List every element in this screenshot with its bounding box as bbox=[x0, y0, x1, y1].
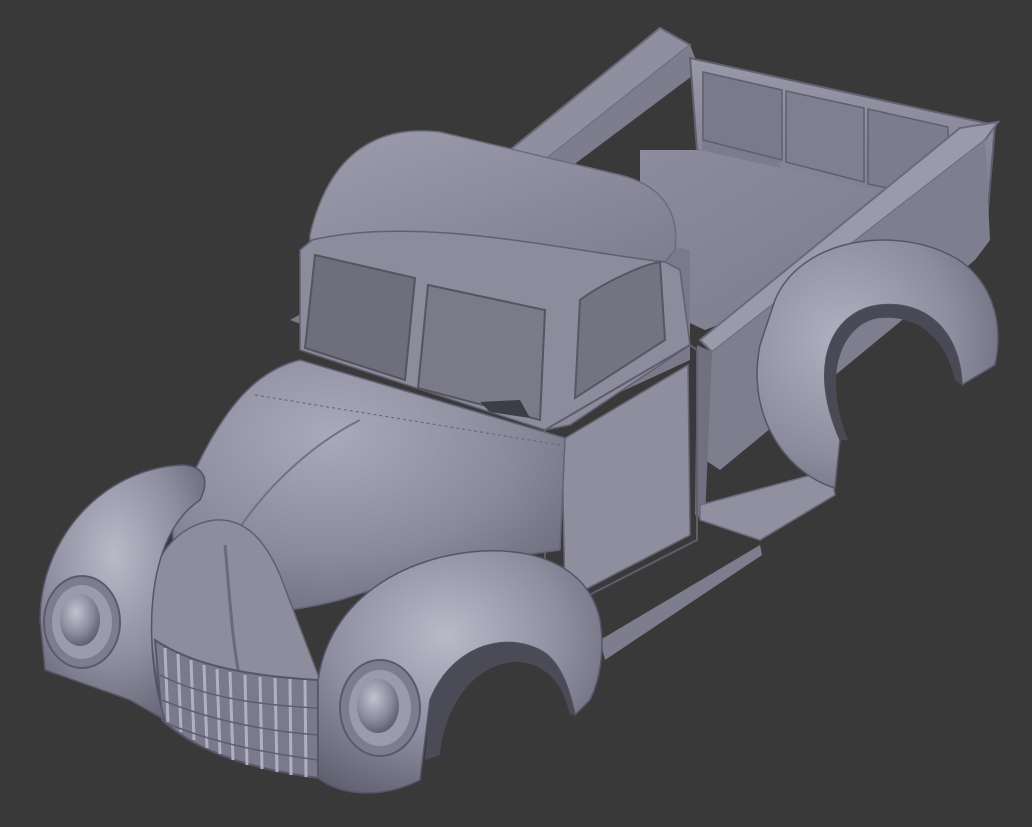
3d-viewport[interactable] bbox=[0, 0, 1032, 827]
rear-fender bbox=[756, 239, 999, 489]
running-board bbox=[699, 469, 836, 541]
headlamp-right bbox=[339, 659, 421, 757]
truck-model-render[interactable] bbox=[0, 0, 1032, 827]
headlamp-left bbox=[43, 575, 121, 669]
windshield-left bbox=[303, 253, 417, 382]
